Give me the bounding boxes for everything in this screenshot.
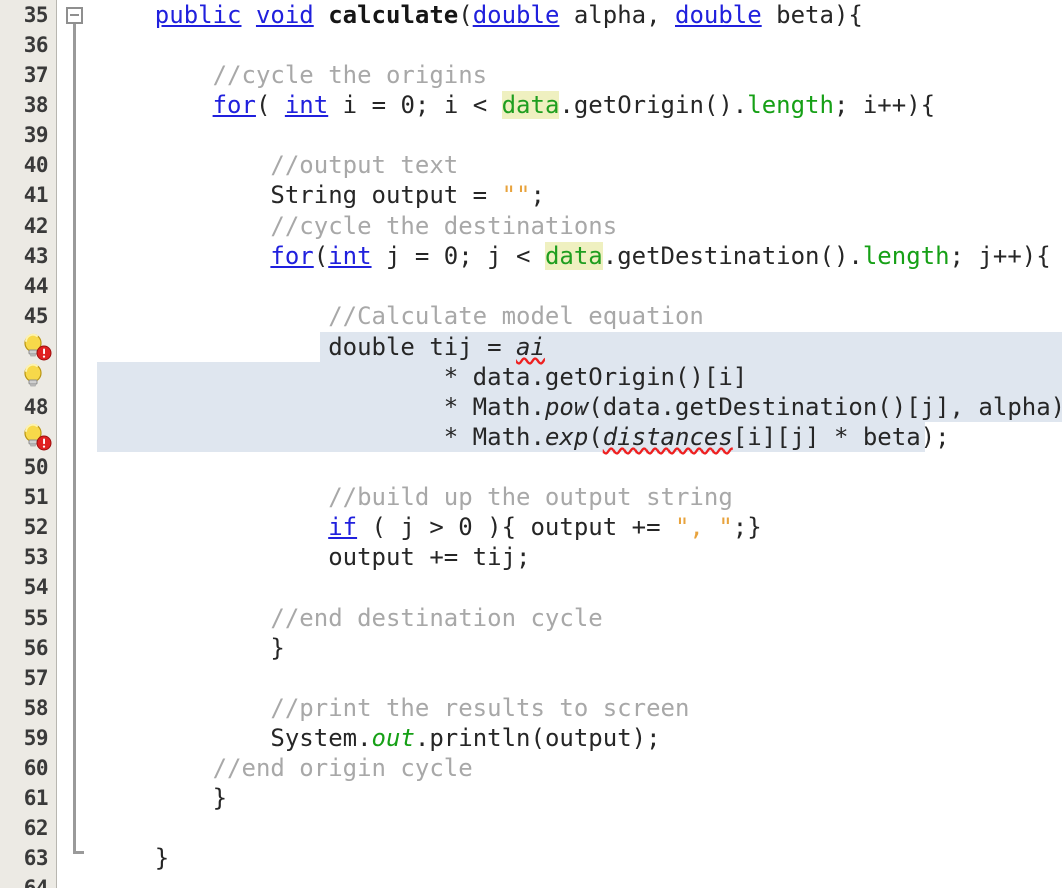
code-line[interactable]: double tij = ai xyxy=(97,332,545,362)
code-line[interactable] xyxy=(97,873,111,888)
occurrence-highlight: data xyxy=(501,91,560,119)
line-number: 38 xyxy=(23,93,49,117)
line-number: 60 xyxy=(23,756,49,780)
line-number: 52 xyxy=(23,515,49,539)
line-number: 43 xyxy=(23,244,49,268)
code-line[interactable]: //output text xyxy=(97,150,458,180)
code-line[interactable]: //print the results to screen xyxy=(97,693,689,723)
keyword-for: for xyxy=(212,91,256,119)
line-number: 51 xyxy=(23,485,49,509)
comment: //print the results to screen xyxy=(270,694,690,722)
code-line[interactable]: } xyxy=(97,633,284,663)
field-length: length xyxy=(747,91,834,119)
lightbulb-error-icon[interactable] xyxy=(20,422,54,452)
comment: //end destination cycle xyxy=(270,604,603,632)
code-line[interactable]: public void calculate(double alpha, doub… xyxy=(97,0,863,30)
keyword-double: double xyxy=(472,1,560,29)
line-number: 35 xyxy=(23,3,49,27)
keyword-if: if xyxy=(328,513,358,541)
field-length: length xyxy=(862,242,950,270)
line-number: 39 xyxy=(23,123,49,147)
line-number: 56 xyxy=(23,636,49,660)
code-line[interactable] xyxy=(97,271,111,301)
static-field-out: out xyxy=(371,724,415,752)
lightbulb-icon[interactable] xyxy=(20,362,54,392)
line-number-gutter[interactable]: 35 36 37 38 39 40 41 42 43 44 45 48 50 5… xyxy=(0,0,57,888)
keyword-for: for xyxy=(270,242,314,270)
code-line[interactable]: for( int i = 0; i < data.getOrigin().len… xyxy=(97,90,935,120)
code-line[interactable]: * Math.pow(data.getDestination()[j], alp… xyxy=(97,392,1062,422)
keyword-void: void xyxy=(255,1,314,29)
line-number: 45 xyxy=(23,304,49,328)
line-number: 53 xyxy=(23,545,49,569)
code-line[interactable] xyxy=(97,452,111,482)
line-number: 50 xyxy=(23,455,49,479)
code-line[interactable]: String output = ""; xyxy=(97,180,545,210)
line-number: 54 xyxy=(23,575,49,599)
fold-range-end xyxy=(73,851,84,854)
line-number: 55 xyxy=(23,606,49,630)
unresolved-symbol: ai xyxy=(516,333,545,361)
occurrence-highlight: data xyxy=(544,242,603,270)
code-line[interactable]: for(int j = 0; j < data.getDestination()… xyxy=(97,241,1051,271)
line-number: 44 xyxy=(23,274,49,298)
code-text-area[interactable]: public void calculate(double alpha, doub… xyxy=(97,0,1062,888)
code-line[interactable]: output += tij; xyxy=(97,542,530,572)
code-line[interactable] xyxy=(97,30,111,60)
string-literal: ", " xyxy=(674,513,733,541)
code-line[interactable]: //cycle the origins xyxy=(97,60,488,90)
comment: //build up the output string xyxy=(328,483,733,511)
keyword-double: double xyxy=(675,1,762,29)
code-line[interactable]: * data.getOrigin()[i] xyxy=(97,362,747,392)
line-number: 59 xyxy=(23,726,49,750)
code-line[interactable] xyxy=(97,572,111,602)
line-number: 58 xyxy=(23,696,49,720)
code-line[interactable] xyxy=(97,663,111,693)
line-number: 64 xyxy=(23,876,49,888)
line-number: 42 xyxy=(23,214,49,238)
collapse-icon[interactable] xyxy=(66,7,83,24)
comment: //cycle the destinations xyxy=(270,212,618,240)
code-folding-column[interactable] xyxy=(57,0,97,888)
fold-range-line xyxy=(73,24,76,854)
code-line[interactable]: } xyxy=(97,843,169,873)
code-line[interactable]: System.out.println(output); xyxy=(97,723,660,753)
unresolved-symbol: distances xyxy=(602,423,733,451)
code-line[interactable]: //end destination cycle xyxy=(97,603,603,633)
code-line[interactable]: } xyxy=(97,783,227,813)
code-line[interactable]: * Math.exp(distances[i][j] * beta); xyxy=(97,422,950,452)
line-number: 41 xyxy=(23,183,49,207)
line-number: 61 xyxy=(23,786,49,810)
code-line[interactable]: if ( j > 0 ){ output += ", ";} xyxy=(97,512,762,542)
line-number: 48 xyxy=(23,395,49,419)
keyword-int: int xyxy=(328,242,372,270)
method-name: calculate xyxy=(328,1,459,29)
line-number: 63 xyxy=(23,846,49,870)
static-method-exp: exp xyxy=(544,423,589,451)
comment: //cycle the origins xyxy=(212,61,488,89)
comment: //end origin cycle xyxy=(212,754,473,782)
comment: //Calculate model equation xyxy=(328,302,704,330)
static-method-pow: pow xyxy=(544,393,589,421)
line-number: 37 xyxy=(23,63,49,87)
code-line[interactable]: //Calculate model equation xyxy=(97,301,704,331)
code-line[interactable]: //end origin cycle xyxy=(97,753,473,783)
lightbulb-error-icon[interactable] xyxy=(20,332,54,362)
comment: //output text xyxy=(270,151,459,179)
line-number: 40 xyxy=(23,153,49,177)
code-line[interactable]: //build up the output string xyxy=(97,482,733,512)
code-line[interactable] xyxy=(97,813,111,843)
keyword-public: public xyxy=(154,1,242,29)
line-number: 57 xyxy=(23,666,49,690)
code-line[interactable]: //cycle the destinations xyxy=(97,211,617,241)
line-number: 36 xyxy=(23,33,49,57)
line-number: 62 xyxy=(23,816,49,840)
code-editor[interactable]: 35 36 37 38 39 40 41 42 43 44 45 48 50 5… xyxy=(0,0,1062,888)
string-literal: "" xyxy=(501,181,531,209)
keyword-int: int xyxy=(284,91,329,119)
code-line[interactable] xyxy=(97,120,111,150)
